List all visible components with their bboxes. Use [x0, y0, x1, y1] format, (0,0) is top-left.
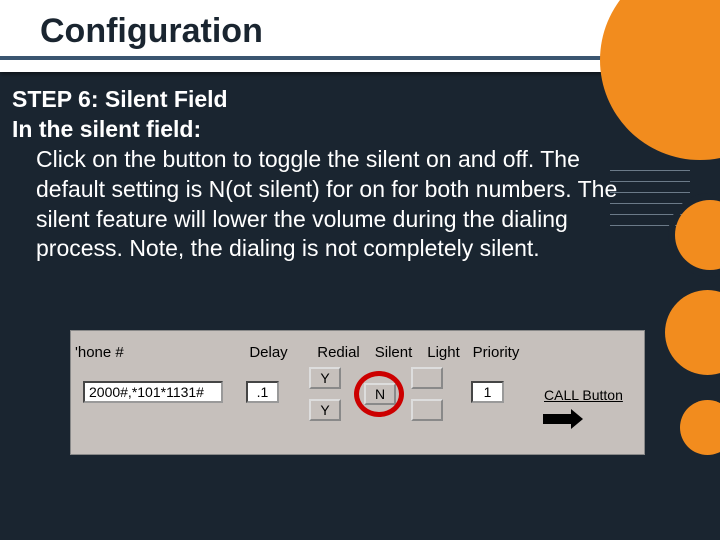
silent-toggle[interactable]: N — [364, 383, 396, 405]
phone-input[interactable]: 2000#,*101*1131# — [83, 381, 223, 403]
arrow-icon — [571, 409, 583, 429]
slide-title: Configuration — [40, 12, 263, 51]
decorative-circle-small — [680, 400, 720, 455]
instructions: Click on the button to toggle the silent… — [36, 145, 652, 265]
priority-input[interactable]: 1 — [471, 381, 504, 403]
light-toggle-top[interactable] — [411, 367, 443, 389]
call-button-label: CALL Button — [544, 387, 623, 403]
redial-toggle-bottom[interactable]: Y — [309, 399, 341, 421]
header-phone: 'hone # — [71, 344, 226, 361]
header-priority: Priority — [466, 344, 526, 361]
decorative-circle-mid-2 — [665, 290, 720, 375]
body-text: STEP 6: Silent Field In the silent field… — [12, 85, 652, 264]
header-silent: Silent — [366, 344, 421, 361]
header-light: Light — [421, 344, 466, 361]
header-redial: Redial — [311, 344, 366, 361]
delay-input[interactable]: .1 — [246, 381, 279, 403]
embedded-ui-panel: 'hone # Delay Redial Silent Light Priori… — [70, 330, 645, 455]
header-delay: Delay — [226, 344, 311, 361]
field-label: In the silent field: — [12, 115, 652, 145]
light-toggle-bottom[interactable] — [411, 399, 443, 421]
step-heading: STEP 6: Silent Field — [12, 85, 652, 115]
header-row: 'hone # Delay Redial Silent Light Priori… — [71, 331, 644, 361]
fields-row: 2000#,*101*1131# .1 Y Y N 1 CALL Button — [71, 361, 644, 451]
redial-toggle-top[interactable]: Y — [309, 367, 341, 389]
